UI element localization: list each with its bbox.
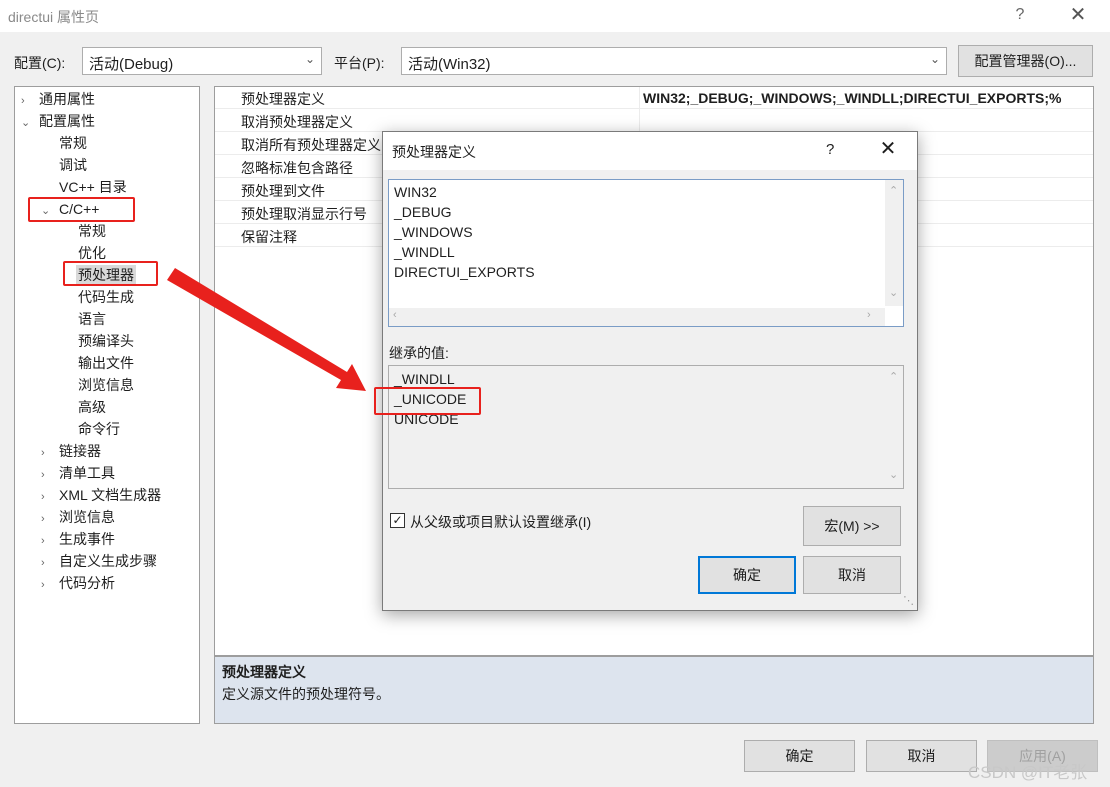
inherit-checkbox-label[interactable]: 从父级或项目默认设置继承(I) bbox=[410, 512, 591, 532]
arrow-icon bbox=[167, 268, 366, 391]
definition-line: _WINDLL bbox=[394, 244, 455, 260]
inherited-value-line: _WINDLL bbox=[394, 371, 455, 387]
vertical-scrollbar[interactable]: ⌃ ⌄ bbox=[885, 180, 903, 306]
definition-line: _DEBUG bbox=[394, 204, 452, 220]
dialog-title: 预处理器定义 bbox=[392, 144, 476, 160]
inherited-values-label: 继承的值: bbox=[389, 345, 449, 361]
definition-line: _WINDOWS bbox=[394, 224, 473, 240]
macro-button[interactable]: 宏(M) >> bbox=[803, 506, 901, 546]
scroll-up-icon[interactable]: ⌃ bbox=[889, 184, 898, 197]
dialog-help-button[interactable]: ? bbox=[826, 141, 834, 158]
resize-grip-icon[interactable]: ⋱ bbox=[903, 594, 914, 607]
dialog-close-button[interactable]: ✕ bbox=[877, 136, 899, 161]
inherit-checkbox[interactable]: ✓ bbox=[390, 513, 405, 528]
scroll-down-icon[interactable]: ⌄ bbox=[889, 468, 898, 481]
dialog-ok-button[interactable]: 确定 bbox=[698, 556, 796, 594]
scroll-down-icon[interactable]: ⌄ bbox=[889, 286, 898, 299]
scroll-left-icon[interactable]: ‹ bbox=[393, 309, 397, 321]
scroll-right-icon[interactable]: › bbox=[867, 309, 871, 321]
scroll-up-icon[interactable]: ⌃ bbox=[889, 370, 898, 383]
definitions-textbox[interactable]: WIN32 _DEBUG _WINDOWS _WINDLL DIRECTUI_E… bbox=[388, 179, 904, 327]
inherited-values-box: _WINDLL _UNICODE UNICODE ⌃ ⌄ bbox=[388, 365, 904, 489]
horizontal-scrollbar[interactable]: ‹ › bbox=[389, 308, 885, 326]
highlight-box-unicode bbox=[374, 387, 481, 415]
definition-line: DIRECTUI_EXPORTS bbox=[394, 264, 535, 280]
vertical-scrollbar[interactable]: ⌃ ⌄ bbox=[885, 366, 903, 488]
definition-line: WIN32 bbox=[394, 184, 437, 200]
preprocessor-dialog[interactable]: 预处理器定义 ? ✕ WIN32 _DEBUG _WINDOWS _WINDLL… bbox=[374, 131, 918, 611]
dialog-title-bar: 预处理器定义 ? ✕ bbox=[383, 132, 917, 170]
dialog-cancel-button[interactable]: 取消 bbox=[803, 556, 901, 594]
